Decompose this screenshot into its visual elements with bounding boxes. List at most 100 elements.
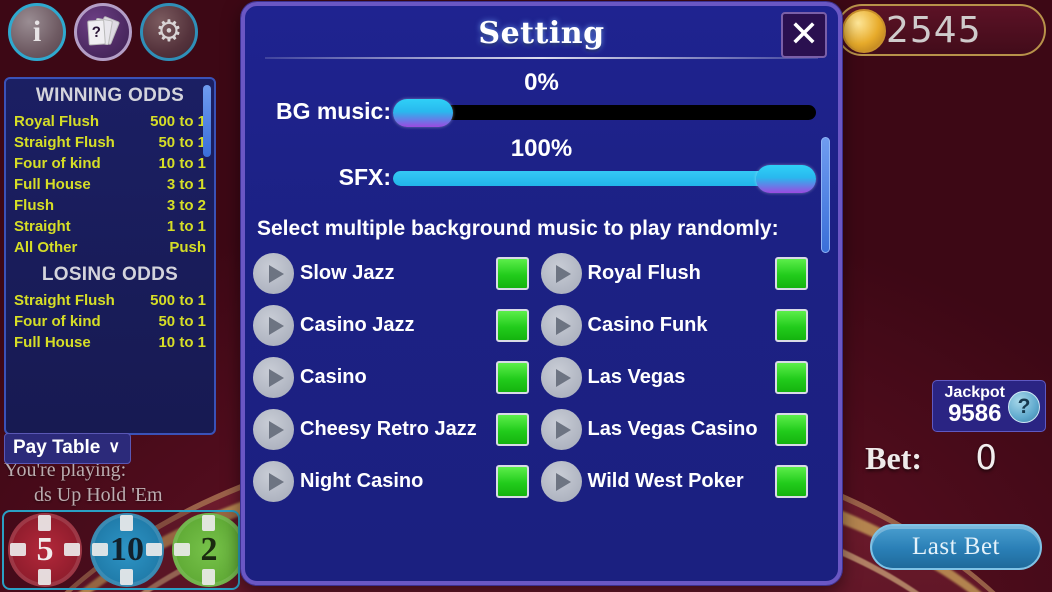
odds-payout: 3 to 2: [166, 197, 206, 214]
music-track-item: Slow Jazz: [253, 253, 541, 294]
help-icon[interactable]: ?: [1008, 391, 1040, 423]
music-track-checkbox[interactable]: [775, 309, 808, 342]
music-track-item: Casino Jazz: [253, 305, 541, 346]
play-icon[interactable]: [540, 409, 582, 450]
odds-payout: 500 to 1: [150, 292, 206, 309]
play-icon[interactable]: [253, 253, 294, 294]
music-track-item: Las Vegas Casino: [540, 409, 829, 450]
coin-balance[interactable]: 2545: [836, 4, 1046, 56]
odds-payout: 500 to 1: [150, 113, 206, 130]
music-track-name: Las Vegas: [587, 366, 686, 388]
odds-payout: 50 to 1: [158, 134, 206, 151]
help-button[interactable]: ?: [74, 3, 132, 61]
odds-payout: 1 to 1: [166, 218, 206, 235]
music-track-item: Casino Funk: [540, 305, 829, 346]
table-row: Straight 1 to 1: [14, 216, 206, 237]
odds-payout: Push: [169, 239, 206, 256]
odds-hand: Straight: [14, 218, 71, 235]
music-track-checkbox[interactable]: [775, 257, 808, 290]
game-screen: i ? ⚙ 2545 WINNING ODDS Royal Flush 500 …: [0, 0, 1052, 592]
chip-tray: 5 10 2: [2, 510, 240, 590]
music-track-item: Wild West Poker: [540, 461, 829, 502]
odds-scrollbar[interactable]: [203, 85, 211, 157]
settings-button[interactable]: ⚙: [140, 3, 198, 61]
dialog-title-divider: [265, 57, 818, 59]
play-icon[interactable]: [540, 305, 582, 346]
now-playing-line2: ds Up Hold 'Em: [34, 484, 163, 506]
last-bet-button[interactable]: Last Bet: [870, 524, 1042, 570]
winning-odds-title: WINNING ODDS: [35, 85, 185, 106]
odds-hand: All Other: [14, 239, 78, 256]
odds-payout: 50 to 1: [158, 313, 206, 330]
odds-hand: Full House: [14, 176, 91, 193]
sfx-slider[interactable]: [393, 164, 816, 193]
top-icon-bar: i ? ⚙: [8, 3, 198, 61]
odds-hand: Straight Flush: [14, 292, 115, 309]
help-question-mark: ?: [87, 19, 106, 46]
table-row: Full House 3 to 1: [14, 174, 206, 195]
music-track-checkbox[interactable]: [775, 413, 808, 446]
music-track-name: Casino: [300, 366, 367, 388]
bet-value: 0: [975, 438, 997, 478]
play-icon[interactable]: [253, 357, 294, 398]
music-track-name: Slow Jazz: [300, 262, 395, 284]
play-icon[interactable]: [253, 409, 294, 450]
chip-button[interactable]: 5: [8, 513, 82, 587]
odds-hand: Four of kind: [14, 155, 101, 172]
table-row: Full House 10 to 1: [14, 332, 206, 353]
music-track-item: Night Casino: [253, 461, 541, 502]
music-track-checkbox[interactable]: [495, 413, 529, 446]
chip-value: 10: [110, 531, 144, 568]
music-track-checkbox[interactable]: [495, 257, 529, 290]
chip-value: 2: [200, 531, 218, 568]
music-track-checkbox[interactable]: [495, 465, 529, 498]
table-row: Four of kind 10 to 1: [14, 153, 206, 174]
odds-payout: 10 to 1: [158, 155, 206, 172]
play-icon[interactable]: [253, 305, 294, 346]
chip-button[interactable]: 10: [90, 513, 164, 587]
bg-music-thumb[interactable]: [393, 98, 453, 127]
bg-music-label: BG music:: [275, 98, 391, 124]
pay-table-button[interactable]: Pay Table ∨: [4, 433, 132, 464]
odds-hand: Full House: [14, 334, 91, 351]
bg-music-slider[interactable]: [393, 98, 816, 127]
chevron-down-icon: ∨: [108, 439, 121, 456]
bg-music-track[interactable]: [393, 104, 816, 120]
music-track-checkbox[interactable]: [495, 309, 529, 342]
music-track-name: Night Casino: [300, 470, 424, 492]
coin-icon: [842, 9, 886, 53]
music-track-checkbox[interactable]: [775, 465, 808, 498]
music-track-item: Las Vegas: [540, 357, 829, 398]
jackpot-value: 9586: [948, 400, 1002, 427]
play-icon[interactable]: [253, 461, 294, 502]
settings-dialog: Setting ✕ 0% BG music: 100% SFX: Select: [241, 2, 842, 585]
dialog-scrollbar[interactable]: [821, 137, 830, 253]
gear-icon: ⚙: [155, 15, 183, 48]
sfx-percent: 100%: [510, 135, 573, 162]
table-row: Flush 3 to 2: [14, 195, 206, 216]
table-row: Royal Flush 500 to 1: [14, 111, 206, 132]
close-button[interactable]: ✕: [781, 12, 827, 58]
music-track-item: Royal Flush: [540, 253, 829, 294]
odds-hand: Royal Flush: [14, 113, 100, 130]
play-icon[interactable]: [540, 253, 582, 294]
bet-label: Bet:: [865, 440, 922, 476]
odds-payout: 10 to 1: [158, 334, 206, 351]
music-track-name: Royal Flush: [587, 262, 701, 284]
music-track-checkbox[interactable]: [495, 361, 529, 394]
info-button[interactable]: i: [8, 3, 66, 61]
odds-hand: Flush: [14, 197, 54, 214]
chip-button[interactable]: 2: [172, 513, 238, 587]
bg-music-row: BG music:: [245, 98, 838, 127]
music-track-name: Wild West Poker: [587, 470, 744, 492]
table-row: All Other Push: [14, 237, 206, 258]
losing-odds-title: LOSING ODDS: [41, 264, 179, 285]
play-icon[interactable]: [540, 357, 582, 398]
sfx-thumb[interactable]: [756, 164, 816, 193]
play-icon[interactable]: [540, 461, 582, 502]
odds-panel[interactable]: WINNING ODDS Royal Flush 500 to 1 Straig…: [4, 77, 216, 435]
music-track-checkbox[interactable]: [775, 361, 808, 394]
music-track-name: Las Vegas Casino: [587, 418, 758, 440]
chip-value: 5: [36, 531, 54, 568]
jackpot-panel[interactable]: Jackpot 9586 ?: [931, 380, 1046, 432]
